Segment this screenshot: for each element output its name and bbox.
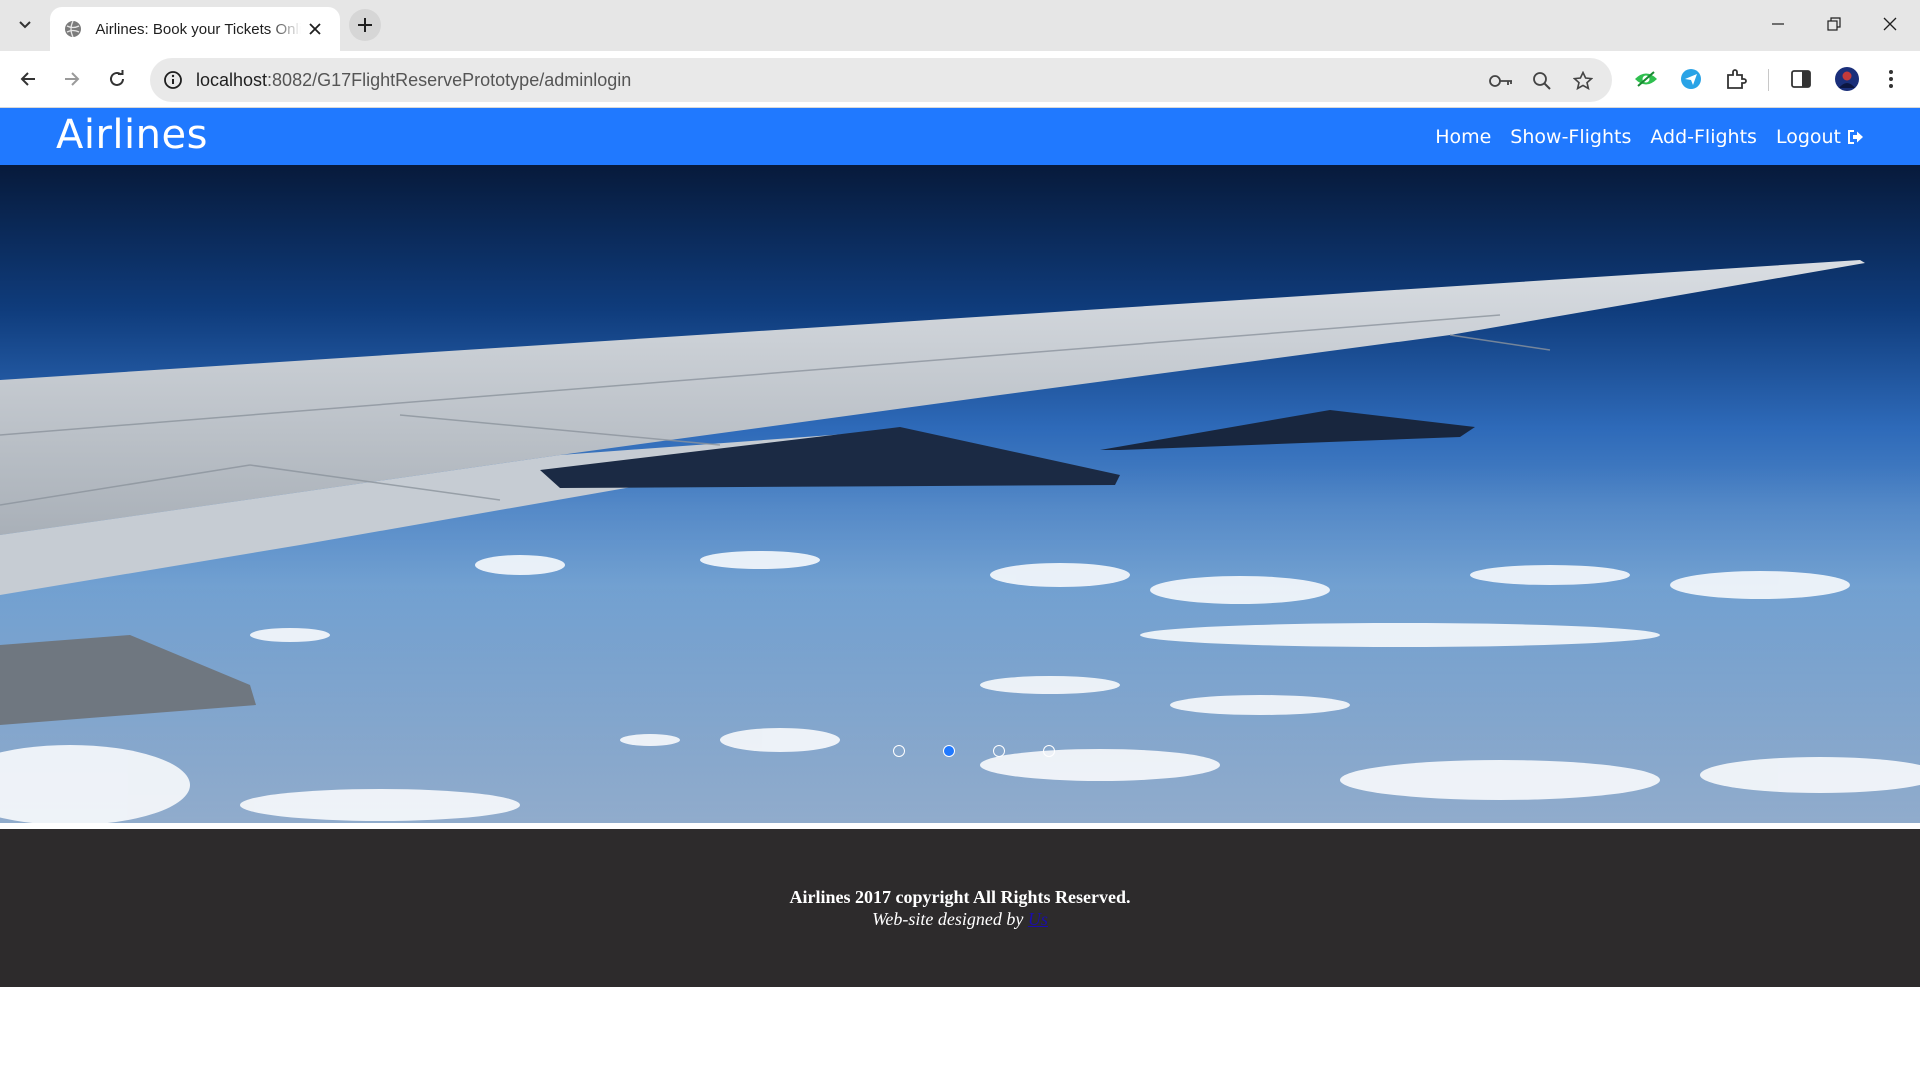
chevron-down-icon [19, 21, 31, 29]
plus-icon [358, 18, 372, 32]
nav-link-home[interactable]: Home [1435, 126, 1491, 148]
logout-icon [1848, 129, 1863, 144]
reload-button[interactable] [101, 63, 133, 95]
key-icon[interactable] [1488, 68, 1514, 94]
airplane-wing-image [0, 260, 1920, 823]
back-button[interactable] [12, 63, 44, 95]
nav-link-show-flights-label: Show-Flights [1510, 125, 1632, 148]
url-path: :8082/G17FlightReservePrototype/adminlog… [267, 70, 632, 90]
footer-credit-link[interactable]: Us [1028, 909, 1048, 929]
reload-icon [110, 70, 124, 86]
footer-credit-text: Web-site designed by [872, 909, 1024, 929]
zoom-icon[interactable] [1529, 68, 1555, 94]
page-blank-area [0, 987, 1920, 1080]
nav-link-logout[interactable]: Logout [1776, 126, 1864, 148]
restore-icon [1827, 17, 1841, 31]
site-navbar: Airlines Home Show-Flights Add-Flights L… [0, 108, 1920, 165]
close-icon [1883, 17, 1897, 31]
tab-title: Airlines: Book your Tickets Online [95, 20, 301, 38]
side-panel-icon[interactable] [1786, 64, 1816, 94]
restore-button[interactable] [1806, 0, 1862, 48]
nav-link-logout-label: Logout [1775, 125, 1841, 148]
minimize-button[interactable] [1750, 0, 1806, 48]
minimize-icon [1772, 23, 1784, 25]
extension-eye-icon[interactable] [1631, 64, 1661, 94]
address-bar[interactable]: localhost:8082/G17FlightReservePrototype… [150, 58, 1612, 102]
site-footer: Airlines 2017 copyright All Rights Reser… [0, 829, 1920, 987]
site-info-icon[interactable] [160, 67, 186, 93]
browser-menu-icon[interactable] [1876, 64, 1906, 94]
arrow-right-icon [65, 72, 80, 86]
browser-tab[interactable]: Airlines: Book your Tickets Online [50, 7, 340, 51]
carousel-indicator-4[interactable] [1043, 745, 1055, 757]
nav-links: Home Show-Flights Add-Flights Logout [1435, 108, 1864, 165]
tab-search-button[interactable] [10, 12, 40, 38]
browser-toolbar: localhost:8082/G17FlightReservePrototype… [0, 51, 1920, 108]
carousel-indicator-3[interactable] [993, 745, 1005, 757]
extension-paper-plane-icon[interactable] [1676, 64, 1706, 94]
nav-link-add-flights-label: Add-Flights [1650, 125, 1757, 148]
extensions-puzzle-icon[interactable] [1721, 64, 1751, 94]
carousel-indicator-1[interactable] [893, 745, 905, 757]
forward-button[interactable] [56, 63, 88, 95]
nav-link-home-label: Home [1435, 125, 1492, 148]
brand-logo[interactable]: Airlines [56, 112, 208, 158]
close-window-button[interactable] [1862, 0, 1918, 48]
globe-icon [64, 19, 83, 39]
url-text[interactable]: localhost:8082/G17FlightReservePrototype… [196, 70, 631, 91]
toolbar-separator [1768, 69, 1769, 91]
bookmark-star-icon[interactable] [1570, 68, 1596, 94]
profile-avatar[interactable] [1832, 64, 1862, 94]
nav-link-add-flights[interactable]: Add-Flights [1650, 126, 1757, 148]
carousel-indicator-2[interactable] [943, 745, 955, 757]
url-host: localhost [196, 70, 268, 90]
new-tab-button[interactable] [349, 9, 381, 41]
footer-credit: Web-site designed by Us [0, 909, 1920, 930]
hero-carousel [0, 165, 1920, 823]
footer-copyright: Airlines 2017 copyright All Rights Reser… [789, 887, 1131, 907]
browser-tabstrip: Airlines: Book your Tickets Online [0, 0, 1920, 51]
carousel-indicators [0, 745, 1920, 757]
nav-link-show-flights[interactable]: Show-Flights [1510, 126, 1631, 148]
arrow-left-icon [20, 72, 35, 86]
close-tab-icon[interactable] [305, 18, 326, 40]
